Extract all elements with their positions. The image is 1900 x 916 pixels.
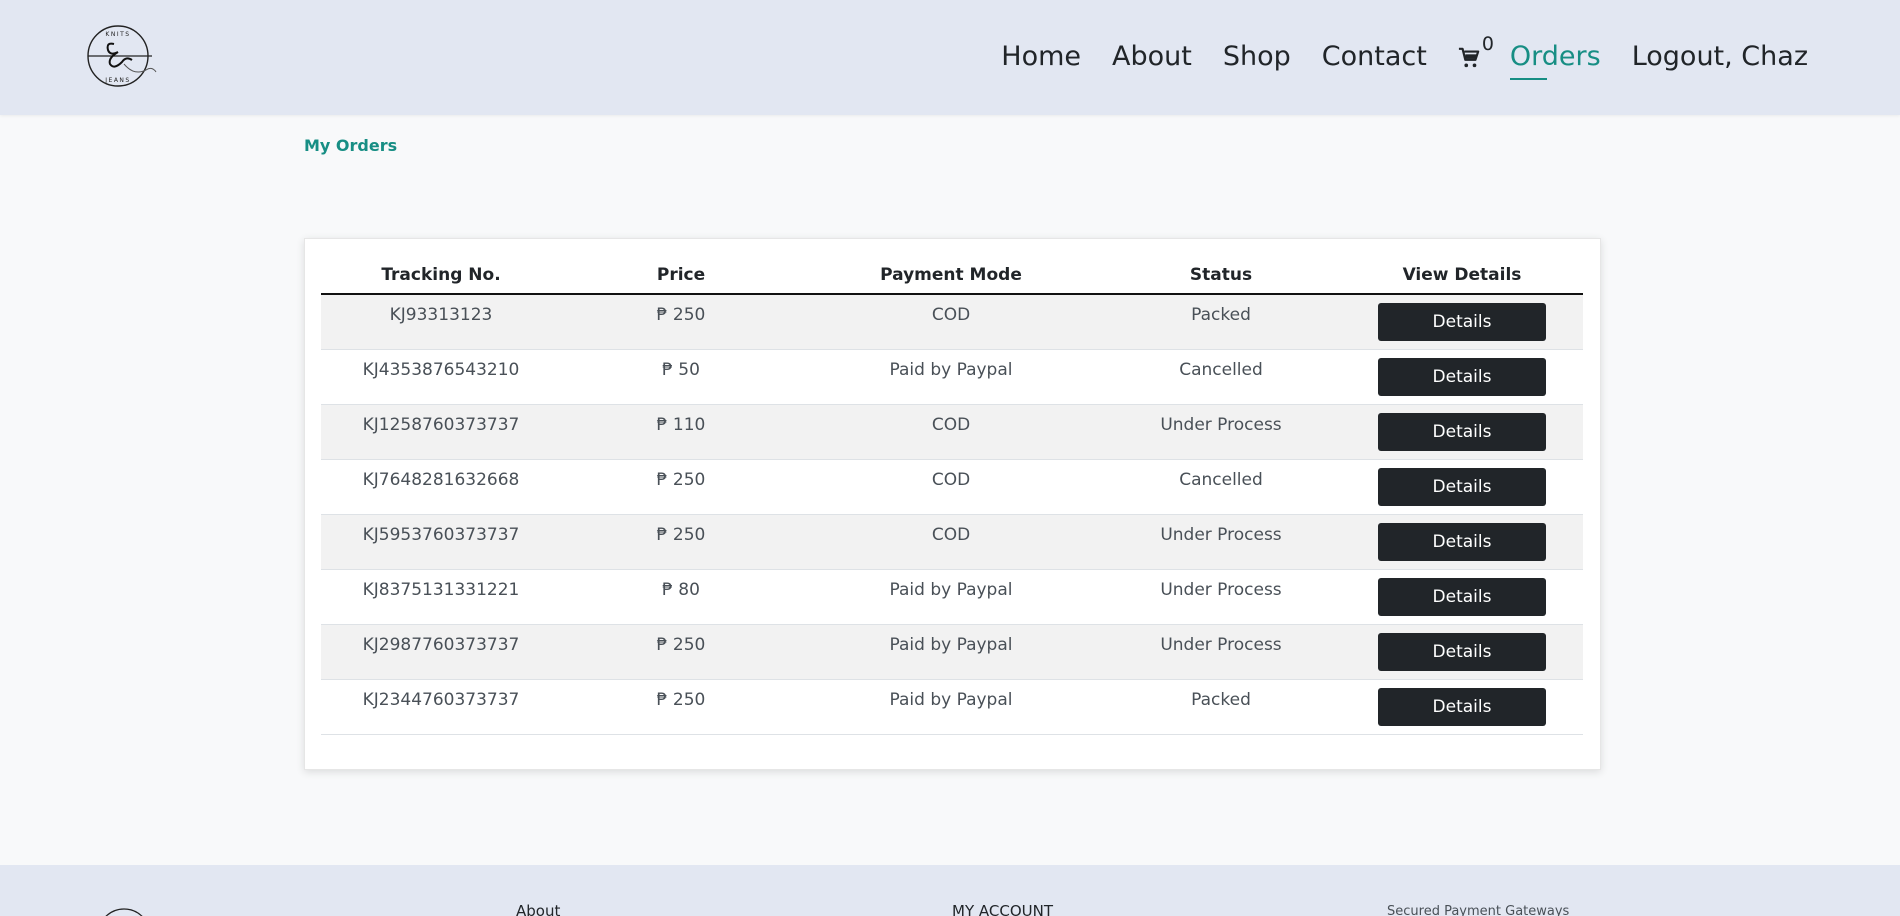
table-row: KJ2987760373737 ₱ 250 Paid by Paypal Und… <box>321 625 1583 680</box>
payment-cell: COD <box>931 470 971 490</box>
status-cell: Cancelled <box>1179 360 1263 380</box>
payment-cell: Paid by Paypal <box>889 580 1013 600</box>
orders-card: Tracking No. Price Payment Mode Status V… <box>304 238 1601 770</box>
details-button[interactable]: Details <box>1378 578 1546 616</box>
details-button[interactable]: Details <box>1378 688 1546 726</box>
payment-cell: COD <box>931 525 971 545</box>
tracking-cell: KJ93313123 <box>389 305 493 325</box>
details-cell: Details <box>1341 460 1583 506</box>
nav-home[interactable]: Home <box>1001 41 1081 72</box>
table-header: Tracking No. Price Payment Mode Status V… <box>321 255 1583 295</box>
details-cell: Details <box>1341 350 1583 396</box>
table-row: KJ4353876543210 ₱ 50 Paid by Paypal Canc… <box>321 350 1583 405</box>
payment-cell: COD <box>931 415 971 435</box>
header-payment-mode: Payment Mode <box>880 265 1022 285</box>
details-cell: Details <box>1341 625 1583 671</box>
status-cell: Packed <box>1191 305 1251 325</box>
tracking-cell: KJ2987760373737 <box>362 635 520 655</box>
price-cell: ₱ 250 <box>656 635 706 655</box>
price-cell: ₱ 80 <box>662 580 700 600</box>
nav-orders[interactable]: Orders <box>1509 41 1601 80</box>
nav-shop[interactable]: Shop <box>1223 41 1291 72</box>
table-row: KJ8375131331221 ₱ 80 Paid by Paypal Unde… <box>321 570 1583 625</box>
logo-emblem: KNITS JEANS <box>87 25 157 87</box>
cart-icon <box>1458 47 1480 68</box>
site-header: KNITS JEANS Home About Shop Contact 0 Or… <box>0 0 1900 115</box>
table-row: KJ7648281632668 ₱ 250 COD Cancelled Deta… <box>321 460 1583 515</box>
tracking-cell: KJ2344760373737 <box>362 690 520 710</box>
details-cell: Details <box>1341 405 1583 451</box>
status-cell: Under Process <box>1160 415 1282 435</box>
header-tracking: Tracking No. <box>381 265 501 285</box>
price-cell: ₱ 250 <box>656 690 706 710</box>
status-cell: Under Process <box>1160 525 1282 545</box>
footer-payment-heading: Secured Payment Gateways <box>1387 904 1570 916</box>
status-cell: Cancelled <box>1179 470 1263 490</box>
status-cell: Packed <box>1191 690 1251 710</box>
table-row: KJ93313123 ₱ 250 COD Packed Details <box>321 295 1583 350</box>
details-cell: Details <box>1341 295 1583 341</box>
nav-contact[interactable]: Contact <box>1322 41 1427 72</box>
footer-logo <box>105 908 143 916</box>
tracking-cell: KJ4353876543210 <box>362 360 520 380</box>
details-button[interactable]: Details <box>1378 358 1546 396</box>
breadcrumb-my-orders[interactable]: My Orders <box>304 136 397 155</box>
price-cell: ₱ 110 <box>656 415 706 435</box>
header-price: Price <box>656 265 706 285</box>
logo-text-bottom: JEANS <box>104 77 130 84</box>
details-cell: Details <box>1341 570 1583 616</box>
tracking-cell: KJ7648281632668 <box>362 470 520 490</box>
price-cell: ₱ 50 <box>662 360 700 380</box>
site-footer: About MY ACCOUNT Secured Payment Gateway… <box>0 865 1900 916</box>
payment-cell: Paid by Paypal <box>889 635 1013 655</box>
payment-cell: Paid by Paypal <box>889 690 1013 710</box>
tracking-cell: KJ5953760373737 <box>362 525 520 545</box>
details-button[interactable]: Details <box>1378 523 1546 561</box>
details-button[interactable]: Details <box>1378 303 1546 341</box>
price-cell: ₱ 250 <box>656 525 706 545</box>
price-cell: ₱ 250 <box>656 470 706 490</box>
tracking-cell: KJ8375131331221 <box>362 580 520 600</box>
details-cell: Details <box>1341 515 1583 561</box>
cart-link[interactable]: 0 <box>1458 33 1494 69</box>
header-view-details: View Details <box>1402 265 1522 285</box>
details-button[interactable]: Details <box>1378 633 1546 671</box>
details-cell: Details <box>1341 680 1583 726</box>
details-button[interactable]: Details <box>1378 468 1546 506</box>
table-row: KJ1258760373737 ₱ 110 COD Under Process … <box>321 405 1583 460</box>
status-cell: Under Process <box>1160 635 1282 655</box>
brand-logo[interactable]: KNITS JEANS <box>84 22 158 90</box>
details-button[interactable]: Details <box>1378 413 1546 451</box>
logo-text-top: KNITS <box>105 31 130 38</box>
payment-cell: COD <box>931 305 971 325</box>
nav-logout[interactable]: Logout, Chaz <box>1632 41 1808 72</box>
footer-about-link[interactable]: About <box>516 902 560 916</box>
orders-table: Tracking No. Price Payment Mode Status V… <box>321 255 1583 735</box>
tracking-cell: KJ1258760373737 <box>362 415 520 435</box>
cart-count-badge: 0 <box>1481 33 1494 55</box>
nav-about[interactable]: About <box>1112 41 1192 72</box>
main-nav: Home About Shop Contact 0 Orders Logout,… <box>970 33 1808 80</box>
header-status: Status <box>1189 265 1253 285</box>
status-cell: Under Process <box>1160 580 1282 600</box>
payment-cell: Paid by Paypal <box>889 360 1013 380</box>
footer-my-account-heading: MY ACCOUNT <box>952 902 1053 916</box>
table-row: KJ2344760373737 ₱ 250 Paid by Paypal Pac… <box>321 680 1583 735</box>
price-cell: ₱ 250 <box>656 305 706 325</box>
table-row: KJ5953760373737 ₱ 250 COD Under Process … <box>321 515 1583 570</box>
